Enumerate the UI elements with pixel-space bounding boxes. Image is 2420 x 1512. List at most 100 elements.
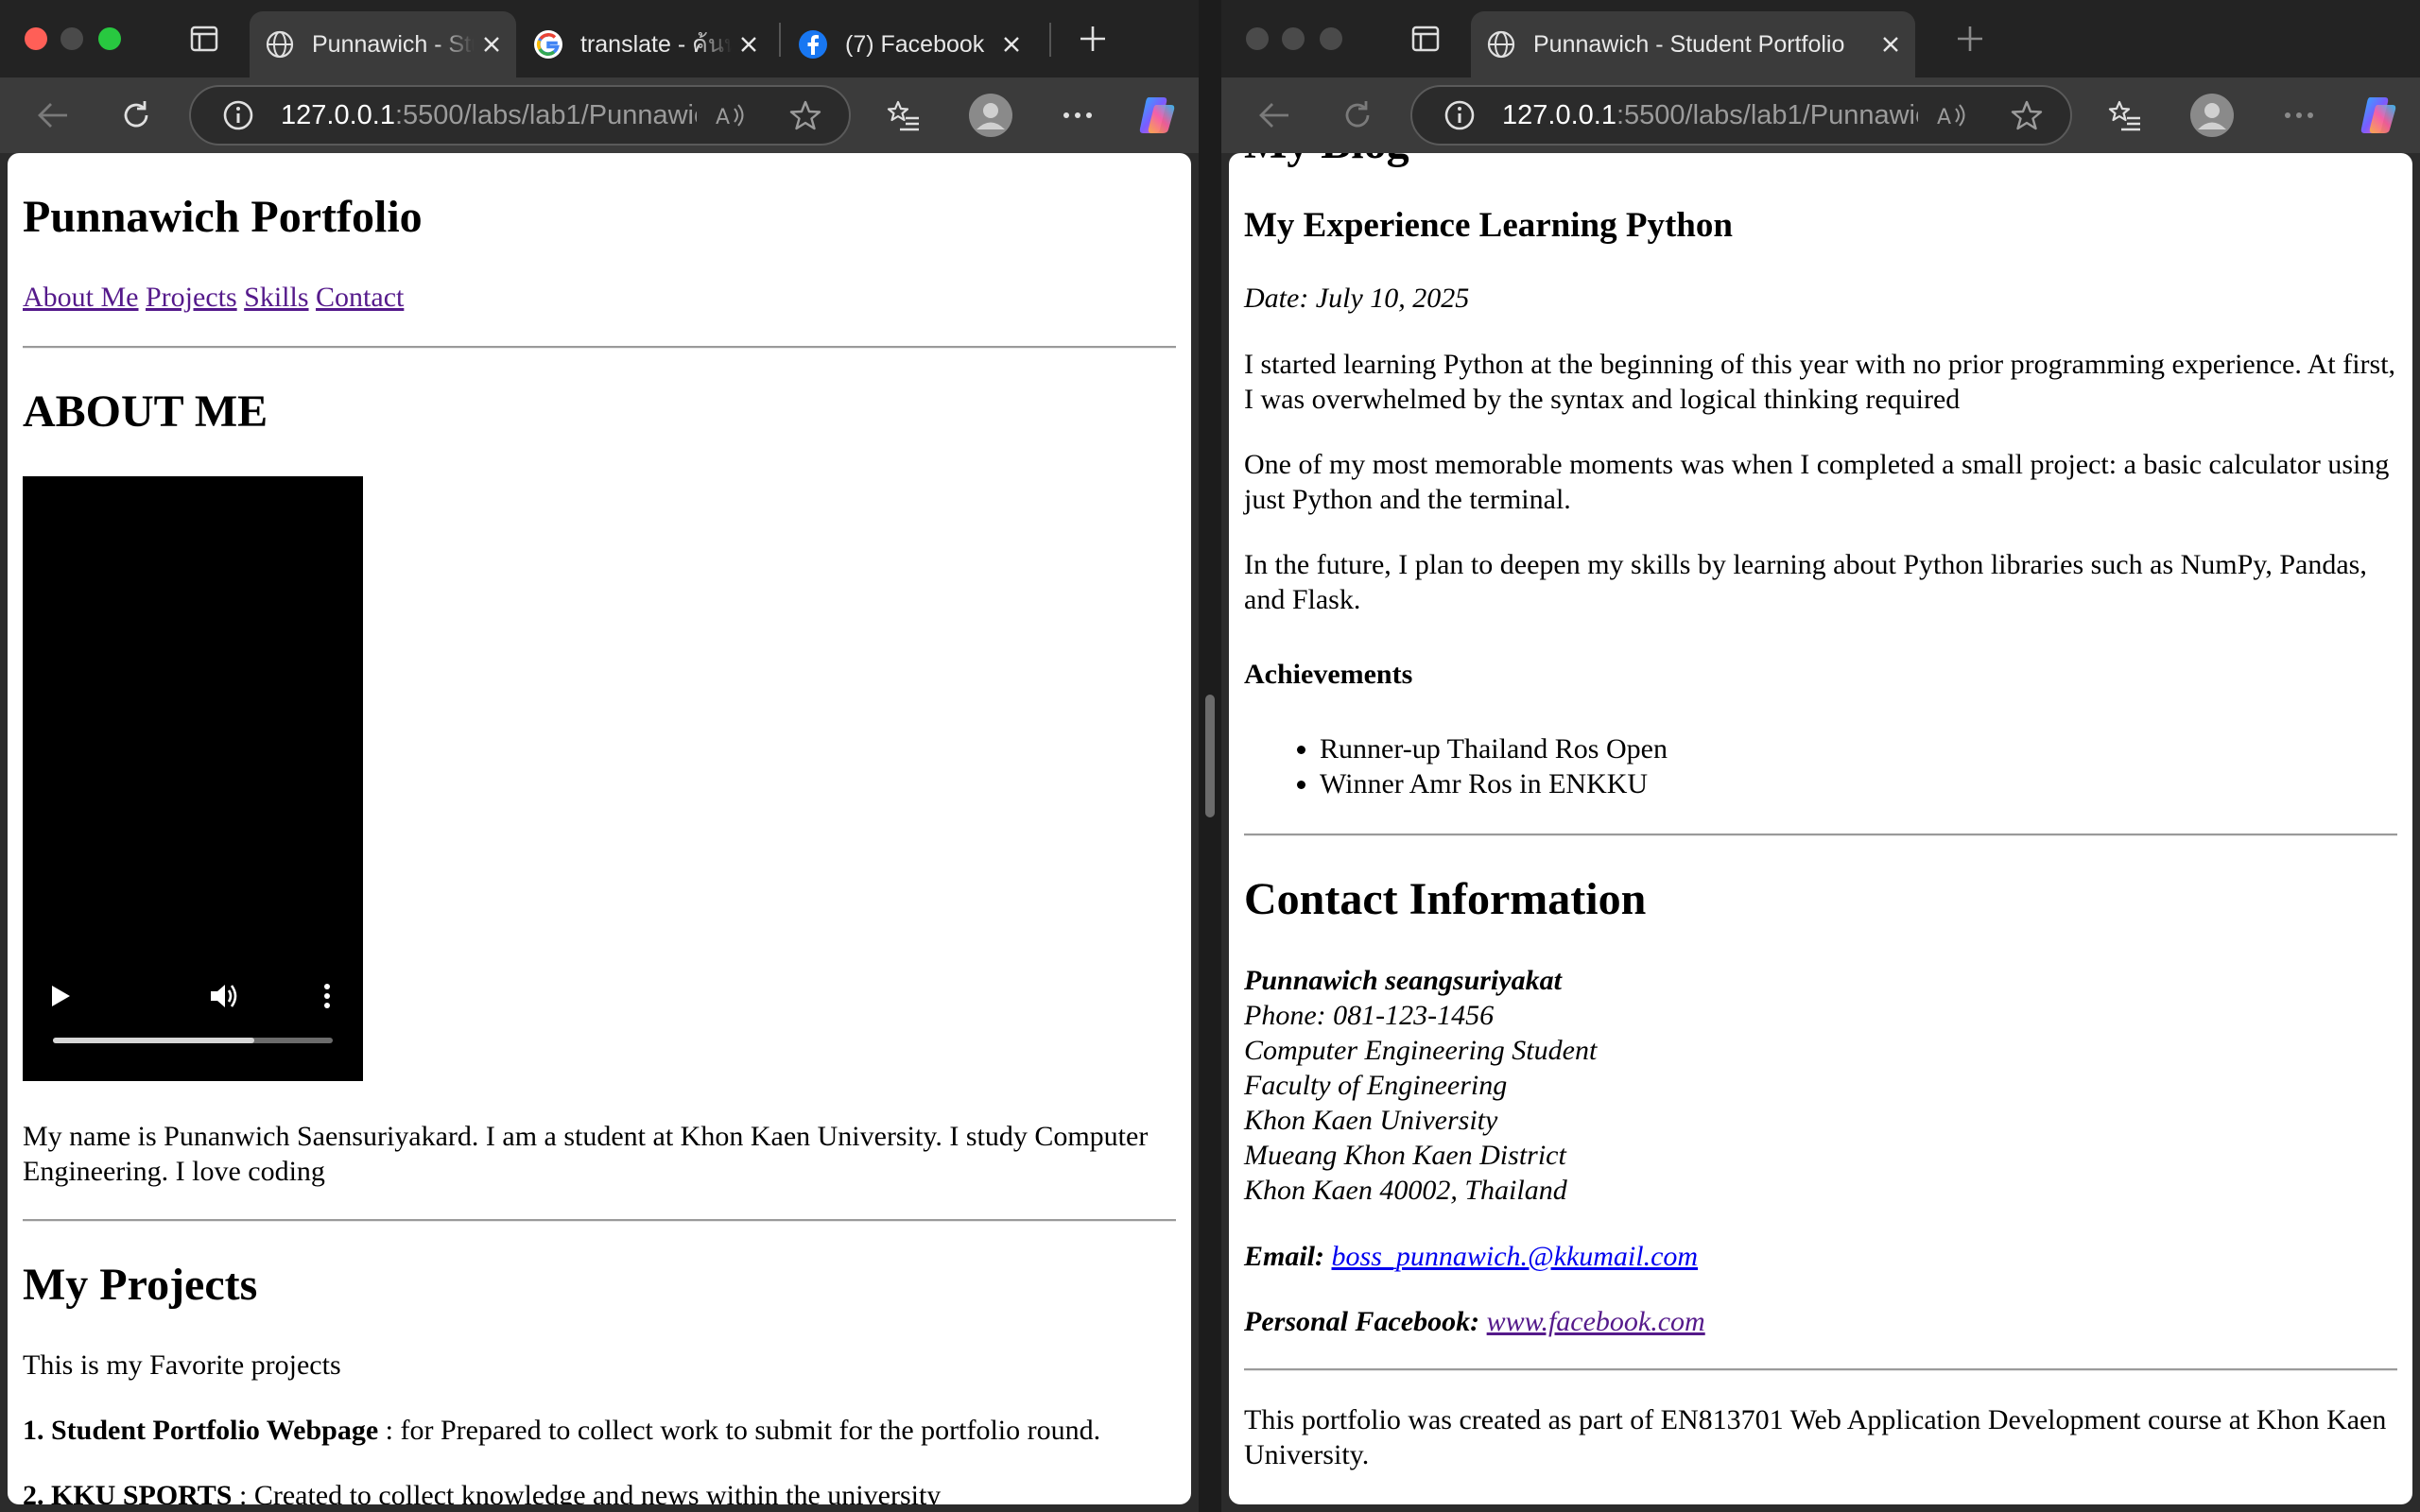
project-desc: : Created to collect knowledge and news … [232,1480,942,1504]
read-aloud-icon[interactable]: A [709,94,751,136]
close-window-button[interactable] [1246,27,1269,50]
close-tab-icon[interactable] [475,27,509,61]
globe-icon [1484,27,1518,61]
nav-link-skills[interactable]: Skills [244,282,308,313]
tab-actions-icon[interactable] [1405,18,1446,60]
minimize-window-button[interactable] [60,27,83,50]
page-viewport[interactable]: Punnawich Portfolio About Me Projects Sk… [8,153,1191,1504]
tab-strip: Punnawich - Student Portfolio [1221,0,2420,77]
tab-title: Punnawich - Student Portfolio [1533,30,1845,58]
zoom-window-button[interactable] [98,27,121,50]
contact-name: Punnawich seangsuriyakat [1244,965,1562,996]
profile-avatar[interactable] [2187,91,2237,140]
post-paragraph: In the future, I plan to deepen my skill… [1244,549,2367,615]
site-info-icon[interactable] [217,94,259,136]
video-progress-fill [53,1038,255,1043]
nav-link-about[interactable]: About Me [23,282,139,313]
post-title: My Experience Learning Python [1244,206,1733,245]
volume-icon[interactable] [204,975,246,1017]
contact-line: Khon Kaen 40002, Thailand [1244,1175,1567,1206]
new-tab-icon[interactable] [1949,18,1991,60]
address-bar[interactable]: 127.0.0.1:5500/labs/lab1/Punnawich.html … [189,85,851,146]
close-tab-icon[interactable] [1874,27,1908,61]
contact-line: Khon Kaen University [1244,1105,1498,1136]
video-progress-bar[interactable] [53,1038,333,1043]
right-browser-window: Punnawich - Student Portfolio 127.0.0.1:… [1221,0,2420,1512]
tab-strip: Punnawich - Student Portfolio translate … [0,0,1199,77]
project-desc: : for Prepared to collect work to submit… [378,1415,1101,1446]
profile-avatar[interactable] [966,91,1015,140]
contact-line: Computer Engineering Student [1244,1035,1598,1066]
post-paragraph: One of my most memorable moments was whe… [1244,449,2390,515]
nav-link-contact[interactable]: Contact [316,282,404,313]
nav-links: About Me Projects Skills Contact [23,280,1176,315]
divider [23,1219,1176,1222]
refresh-icon[interactable] [112,91,161,140]
email-label: Email: [1244,1241,1325,1272]
page-viewport[interactable]: My Blog My Experience Learning Python Da… [1229,153,2412,1504]
email-link[interactable]: boss_punnawich.@kkumail.com [1332,1241,1699,1272]
back-icon[interactable] [1250,91,1299,140]
divider [23,346,1176,349]
video-options-icon[interactable] [306,975,348,1017]
page-title: Punnawich Portfolio [23,192,423,242]
nav-link-projects[interactable]: Projects [146,282,237,313]
post-date: Date: July 10, 2025 [1244,283,1470,314]
contact-line: Faculty of Engineering [1244,1070,1508,1101]
contact-line: Phone: 081-123-1456 [1244,1000,1495,1031]
play-icon[interactable] [40,975,81,1017]
more-options-icon[interactable] [2274,91,2324,140]
globe-icon [263,27,297,61]
browser-toolbar: 127.0.0.1:5500/labs/lab1/Punnawich.html … [0,77,1199,153]
facebook-icon [796,27,830,61]
favorite-star-icon[interactable] [2006,94,2048,136]
more-options-icon[interactable] [1053,91,1102,140]
split-view-divider[interactable] [1199,0,1221,1512]
tab-facebook[interactable]: (7) Facebook [783,11,1036,77]
favorites-icon[interactable] [2100,91,2150,140]
split-handle[interactable] [1205,695,1215,817]
new-tab-icon[interactable] [1072,18,1114,60]
tab-title: Punnawich - Student Portfolio [312,30,475,58]
project-item: 1. Student Portfolio Webpage : for Prepa… [23,1413,1176,1448]
left-browser-window: Punnawich - Student Portfolio translate … [0,0,1199,1512]
tab-portfolio[interactable]: Punnawich - Student Portfolio [250,11,516,77]
site-info-icon[interactable] [1439,94,1480,136]
tab-portfolio[interactable]: Punnawich - Student Portfolio [1471,11,1915,77]
post-paragraph: I started learning Python at the beginni… [1244,349,2396,415]
projects-intro: This is my Favorite projects [23,1349,341,1381]
blog-heading: My Blog [1244,153,2397,170]
copilot-icon[interactable] [2354,91,2403,140]
contact-line: Mueang Khon Kaen District [1244,1140,1566,1171]
svg-text:A: A [1937,106,1951,129]
facebook-label: Personal Facebook: [1244,1306,1480,1337]
video-player[interactable] [23,476,363,1081]
tab-google-translate[interactable]: translate - ค้นหาด้วย Google [518,11,773,77]
tab-actions-icon[interactable] [183,18,225,60]
url-text: 127.0.0.1:5500/labs/lab1/Punnawich.html [1502,100,1918,130]
close-tab-icon[interactable] [994,27,1028,61]
favorite-star-icon[interactable] [785,94,826,136]
minimize-window-button[interactable] [1282,27,1305,50]
divider [1244,1368,2397,1371]
email-row: Email: boss_punnawich.@kkumail.com [1244,1239,2397,1274]
tab-separator [1049,23,1051,57]
about-text: My name is Punanwich Saensuriyakard. I a… [23,1121,1149,1187]
close-window-button[interactable] [25,27,47,50]
facebook-link[interactable]: www.facebook.com [1487,1306,1705,1337]
read-aloud-icon[interactable]: A [1930,94,1972,136]
achievements-heading: Achievements [1244,659,1413,690]
refresh-icon[interactable] [1333,91,1382,140]
address-bar[interactable]: 127.0.0.1:5500/labs/lab1/Punnawich.html … [1410,85,2072,146]
tab-title: translate - ค้นหาด้วย Google [580,31,732,58]
contact-heading: Contact Information [1244,874,1647,924]
zoom-window-button[interactable] [1320,27,1342,50]
facebook-row: Personal Facebook: www.facebook.com [1244,1304,2397,1339]
close-tab-icon[interactable] [732,27,766,61]
browser-toolbar: 127.0.0.1:5500/labs/lab1/Punnawich.html … [1221,77,2420,153]
back-icon[interactable] [28,91,78,140]
copilot-icon[interactable] [1132,91,1182,140]
achievements-list: Runner-up Thailand Ros Open Winner Amr R… [1244,731,2397,801]
favorites-icon[interactable] [879,91,928,140]
url-text: 127.0.0.1:5500/labs/lab1/Punnawich.html [281,100,697,130]
